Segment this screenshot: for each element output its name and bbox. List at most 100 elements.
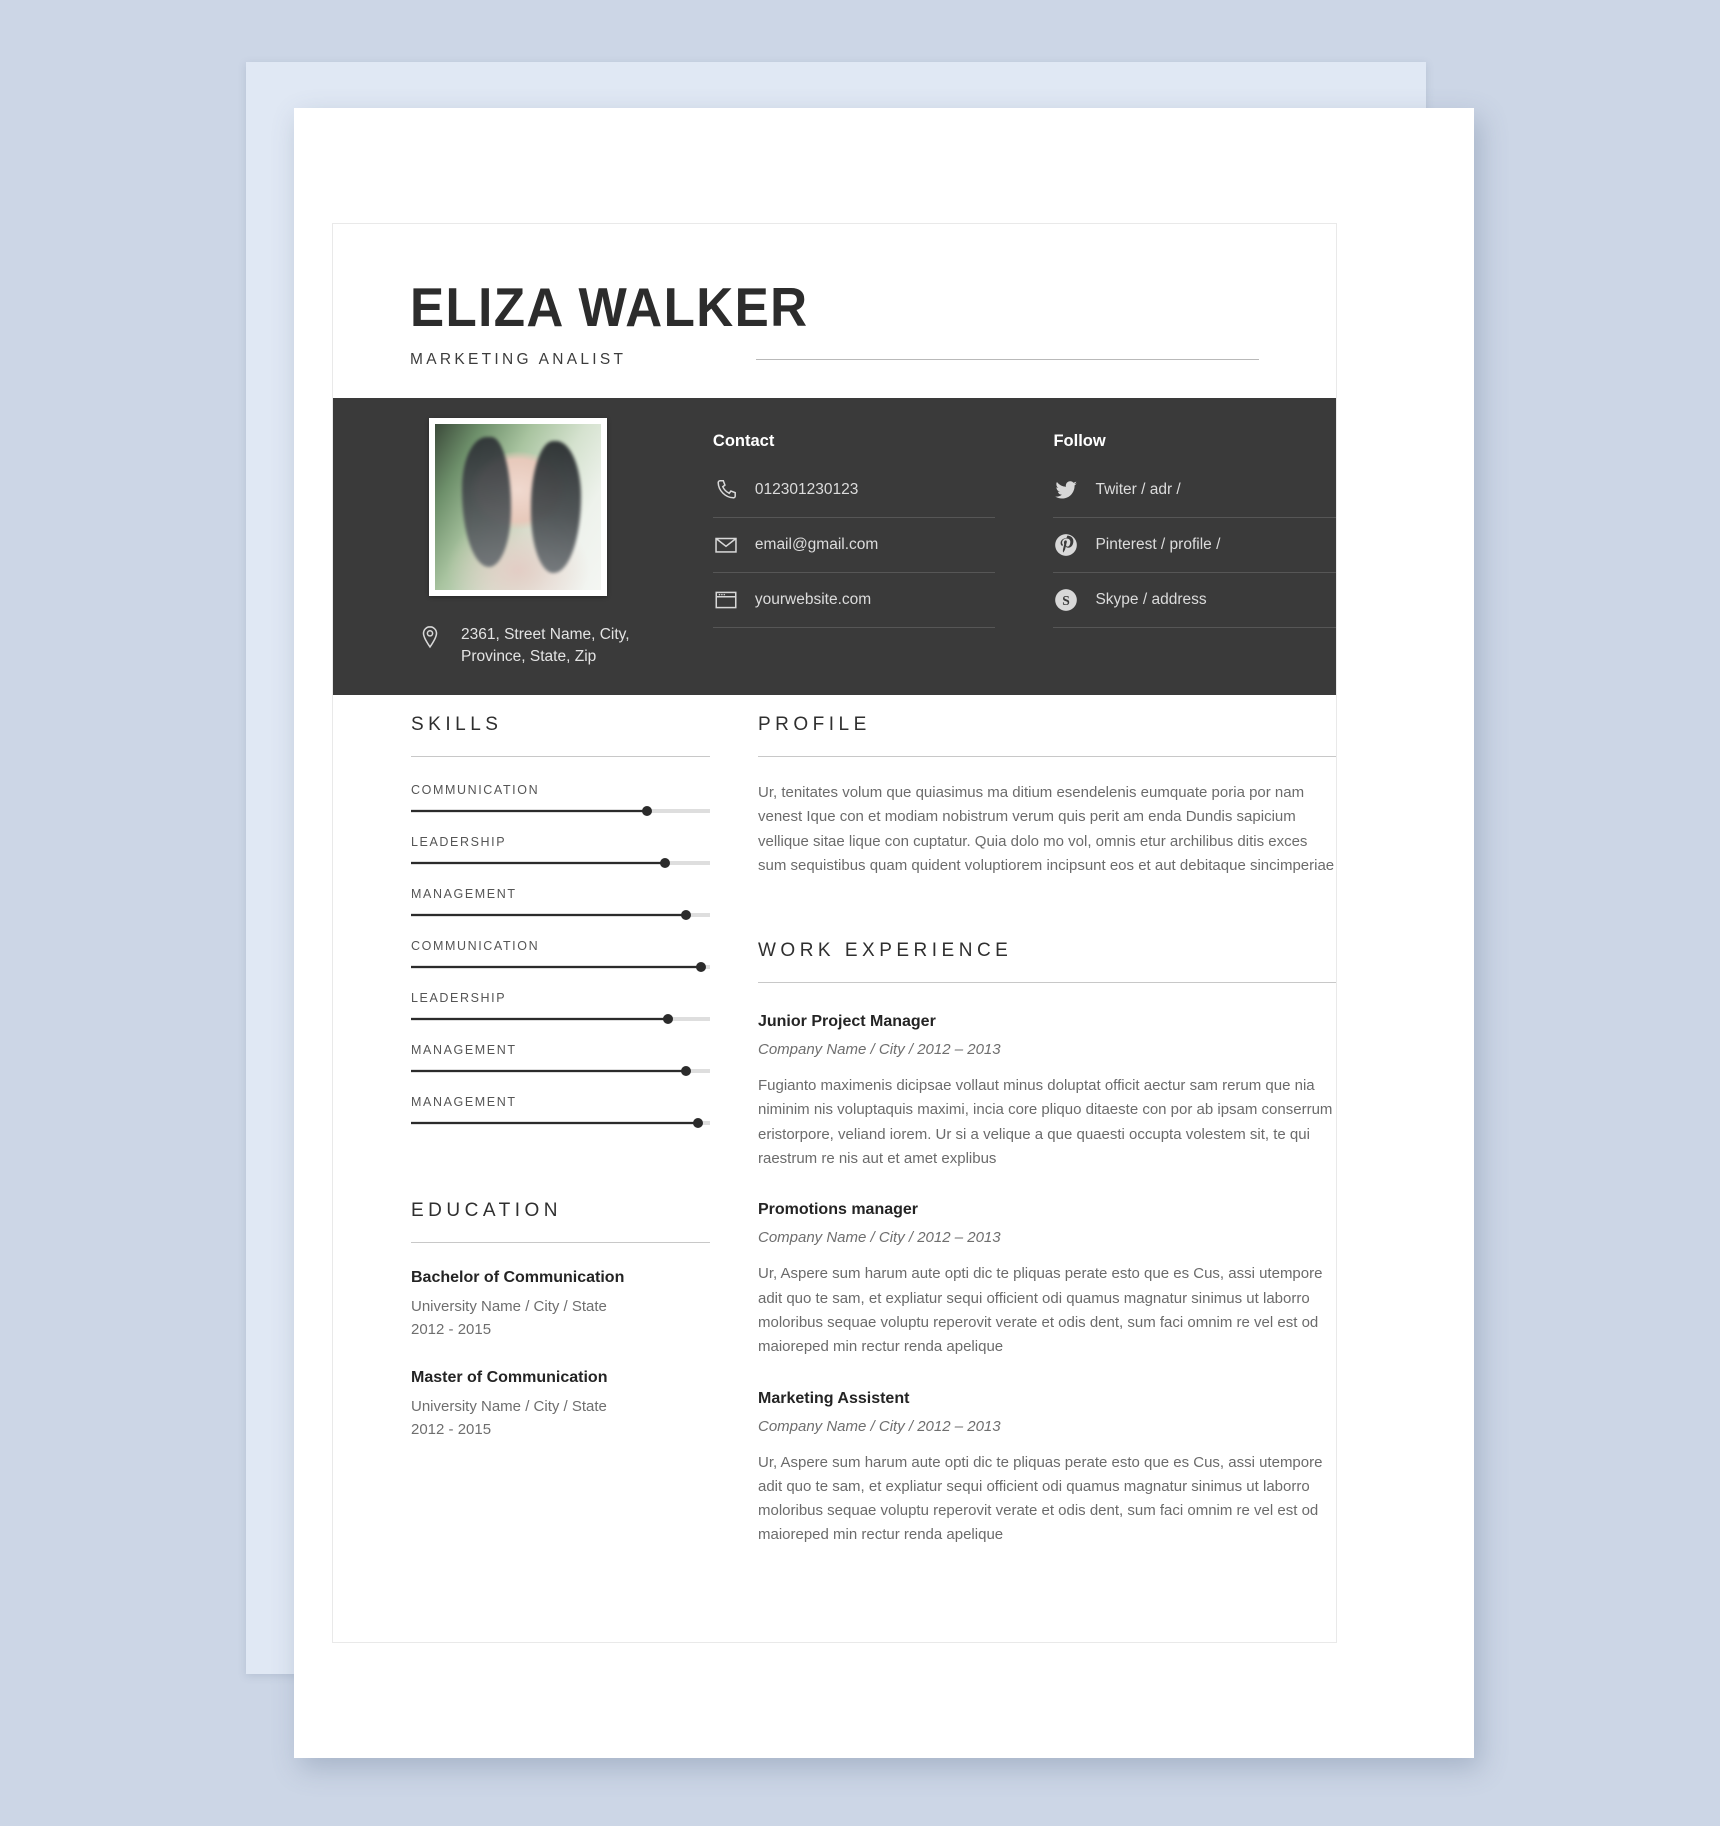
skill-label: COMMUNICATION [411, 783, 540, 797]
skill-slider-fill [411, 810, 648, 812]
follow-column: Follow Twiter / adr / Pinterest / profil… [1053, 398, 1336, 695]
pinterest-icon [1053, 532, 1079, 558]
education-item: Master of Communication University Name /… [411, 1369, 710, 1441]
skill-label: LEADERSHIP [411, 835, 507, 849]
role-row: MARKETING ANALIST [410, 351, 1336, 369]
education-school: University Name / City / State [411, 1298, 607, 1315]
skill-item: LEADERSHIP [411, 835, 710, 868]
contact-phone-row[interactable]: 012301230123 [712, 477, 996, 518]
skill-item: COMMUNICATION [411, 939, 710, 972]
svg-text:S: S [1063, 593, 1071, 608]
skill-slider-knob[interactable] [696, 962, 706, 972]
skill-label: COMMUNICATION [411, 939, 540, 953]
skill-slider-knob[interactable] [681, 910, 692, 920]
skill-slider[interactable] [411, 806, 710, 816]
address-line-2: Province, State, Zip [461, 648, 597, 666]
follow-twitter-row[interactable]: Twiter / adr / [1053, 477, 1336, 518]
resume-body: SKILLS COMMUNICATION LEADERSHIP MANAGEMENT… [333, 714, 1336, 1548]
contact-website-row[interactable]: yourwebsite.com [712, 587, 996, 628]
work-experience-item: Junior Project Manager Company Name / Cit… [758, 1013, 1336, 1171]
skill-item: COMMUNICATION [411, 783, 710, 816]
profile-section: PROFILE Ur, tenitates volum que quiasimu… [757, 714, 1336, 878]
contact-email-row[interactable]: email@gmail.com [712, 532, 996, 573]
job-meta: Company Name / City / 2012 – 2013 [757, 1041, 1001, 1059]
avatar [429, 418, 607, 596]
skill-slider[interactable] [411, 962, 710, 972]
skill-slider-knob[interactable] [693, 1118, 704, 1128]
skill-label: LEADERSHIP [411, 991, 507, 1005]
location-pin-icon [417, 624, 443, 650]
skill-slider-fill [411, 1070, 687, 1072]
skills-section: SKILLS COMMUNICATION LEADERSHIP MANAGEMENT… [411, 714, 710, 1128]
skills-divider [411, 756, 710, 757]
skill-slider-knob[interactable] [663, 1014, 674, 1024]
work-experience-list: Junior Project Manager Company Name / Cit… [758, 1013, 1336, 1548]
twitter-icon [1053, 477, 1079, 503]
work-section-title: WORK EXPERIENCE [757, 940, 1013, 962]
skill-slider-fill [411, 862, 666, 864]
skill-slider-fill [411, 966, 701, 968]
skills-list: COMMUNICATION LEADERSHIP MANAGEMENT COMMUNI… [411, 783, 710, 1128]
job-title: Marketing Assistent [757, 1389, 910, 1407]
skill-slider[interactable] [411, 1118, 710, 1128]
skill-item: MANAGEMENT [411, 1095, 710, 1128]
profile-section-title: PROFILE [757, 714, 871, 735]
education-item: Bachelor of Communication University Name… [411, 1269, 710, 1341]
follow-pinterest-value: Pinterest / profile / [1095, 536, 1221, 553]
left-column: SKILLS COMMUNICATION LEADERSHIP MANAGEMENT… [411, 714, 710, 1548]
follow-skype-row[interactable]: S Skype / address [1053, 587, 1336, 628]
skill-slider[interactable] [411, 1014, 710, 1024]
job-role-label: MARKETING ANALIST [410, 350, 627, 368]
job-title: Junior Project Manager [757, 1013, 936, 1031]
contact-band: 2361, Street Name, City, Province, State… [333, 398, 1336, 695]
skill-slider-fill [411, 1122, 699, 1124]
work-experience-item: Marketing Assistent Company Name / City /… [758, 1390, 1336, 1548]
contact-email-value: email@gmail.com [754, 536, 879, 553]
address-line-1: 2361, Street Name, City, [461, 626, 630, 643]
header-divider [756, 359, 1259, 361]
work-experience-item: Promotions manager Company Name / City / … [758, 1201, 1336, 1359]
envelope-icon [713, 532, 739, 558]
skill-label: MANAGEMENT [411, 1043, 517, 1057]
follow-heading: Follow [1053, 432, 1106, 450]
education-divider [411, 1242, 710, 1243]
skill-slider-knob[interactable] [681, 1066, 692, 1076]
education-degree: Bachelor of Communication [411, 1269, 625, 1286]
resume-page: ELIZA WALKER MARKETING ANALIST 2361, Str… [294, 108, 1474, 1758]
skill-slider[interactable] [411, 858, 710, 868]
skill-slider[interactable] [411, 1066, 710, 1076]
skype-icon: S [1053, 587, 1079, 613]
phone-icon [713, 477, 739, 503]
skill-slider-knob[interactable] [660, 858, 671, 868]
follow-pinterest-row[interactable]: Pinterest / profile / [1053, 532, 1336, 573]
skill-slider-fill [411, 914, 687, 916]
screenshot-stage: ELIZA WALKER MARKETING ANALIST 2361, Str… [0, 0, 1720, 1826]
skills-section-title: SKILLS [411, 714, 503, 735]
resume-frame: ELIZA WALKER MARKETING ANALIST 2361, Str… [332, 223, 1337, 1643]
job-description: Ur, Aspere sum harum aute opti dic te pl… [757, 1453, 1323, 1544]
job-meta: Company Name / City / 2012 – 2013 [757, 1417, 1001, 1435]
job-title: Promotions manager [757, 1201, 919, 1219]
skill-slider[interactable] [411, 910, 710, 920]
address-text: 2361, Street Name, City, Province, State… [461, 624, 630, 669]
profile-divider [757, 756, 1336, 757]
page-title: ELIZA WALKER [410, 276, 809, 338]
contact-column: Contact 012301230123 email@gmail.com you… [712, 398, 996, 695]
job-meta: Company Name / City / 2012 – 2013 [757, 1229, 1001, 1247]
work-divider [757, 982, 1336, 984]
education-school: University Name / City / State [411, 1398, 607, 1415]
profile-photo [435, 424, 601, 590]
browser-window-icon [713, 587, 739, 613]
address-block: 2361, Street Name, City, Province, State… [417, 624, 713, 669]
skill-slider-knob[interactable] [642, 806, 653, 816]
job-description: Ur, Aspere sum harum aute opti dic te pl… [757, 1265, 1323, 1356]
skill-slider-fill [411, 1018, 669, 1020]
skill-label: MANAGEMENT [411, 887, 517, 901]
education-section: EDUCATION Bachelor of Communication Unive… [411, 1200, 710, 1441]
work-experience-section: WORK EXPERIENCE Junior Project Manager Co… [757, 940, 1336, 1548]
education-degree: Master of Communication [411, 1369, 608, 1386]
follow-skype-value: Skype / address [1095, 591, 1207, 608]
education-list: Bachelor of Communication University Name… [411, 1269, 710, 1441]
skill-item: MANAGEMENT [411, 887, 710, 920]
photo-and-address-column: 2361, Street Name, City, Province, State… [333, 398, 713, 695]
